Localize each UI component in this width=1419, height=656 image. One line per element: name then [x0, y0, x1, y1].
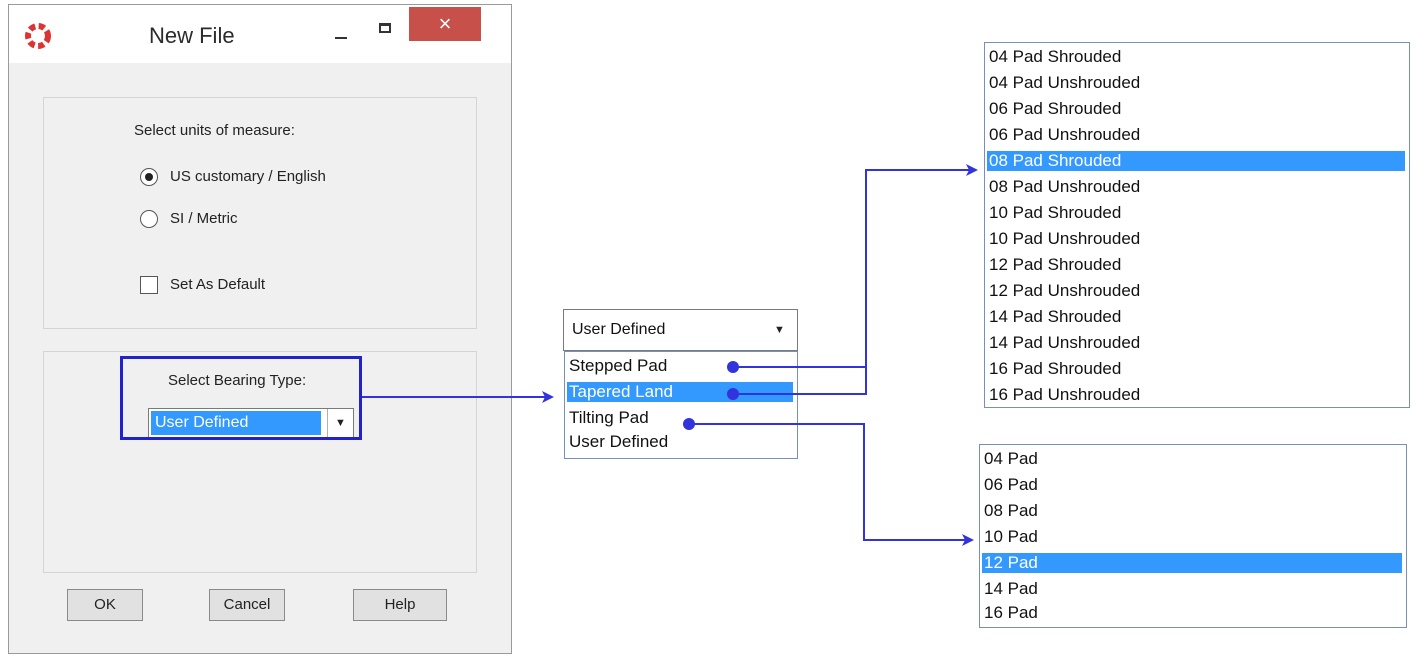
connector-arrows [362, 164, 978, 546]
arrow-tapered-to-list [733, 164, 978, 395]
arrow-tilting-to-list [689, 423, 974, 546]
